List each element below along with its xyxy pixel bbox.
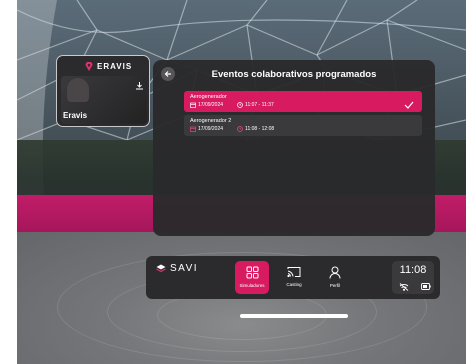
event-date: 17/09/2024: [190, 102, 223, 108]
person-icon: [329, 266, 341, 279]
savi-logo: SAVI: [156, 263, 198, 274]
nav-casting[interactable]: Casting: [277, 261, 311, 294]
event-date-text: 17/09/2024: [198, 126, 224, 132]
user-card[interactable]: ERAVIS Eravis: [56, 55, 150, 127]
event-name: Aerogenerador: [190, 94, 227, 100]
download-icon[interactable]: [135, 77, 144, 95]
calendar-icon: [190, 102, 196, 108]
eravis-logo-icon: [85, 62, 93, 71]
event-time-text: 11:07 - 11:37: [245, 102, 274, 108]
panel-title: Eventos colaborativos programados: [211, 69, 377, 80]
eravis-brand-text: ERAVIS: [97, 62, 133, 71]
events-panel: Eventos colaborativos programados Aeroge…: [153, 60, 435, 236]
nav-perfil[interactable]: Perfil: [318, 261, 352, 294]
event-time: 11:08 - 12:08: [237, 126, 274, 132]
event-name: Aerogenerador 2: [190, 118, 232, 124]
nav-label: Casting: [286, 282, 302, 287]
wifi-off-icon: [399, 283, 409, 291]
nav-label: Perfil: [329, 283, 341, 288]
check-icon: [404, 96, 414, 114]
calendar-icon: [190, 126, 196, 132]
grid-icon: [246, 266, 258, 279]
clock-icon: [237, 102, 243, 108]
nav-label: Simuladores: [239, 283, 265, 288]
event-time-text: 11:08 - 12:08: [245, 126, 275, 132]
home-indicator-bar[interactable]: [240, 314, 348, 318]
bottom-dock: SAVI Simuladores Casting Perfil 11:08: [146, 256, 440, 299]
event-date-text: 17/09/2024: [198, 102, 224, 108]
savi-logo-icon: [156, 264, 166, 272]
event-time: 11:07 - 11:37: [237, 102, 274, 108]
user-name: Eravis: [63, 111, 88, 120]
battery-icon: [421, 283, 431, 290]
clock-time: 11:08: [399, 264, 427, 276]
clock-icon: [237, 126, 243, 132]
cast-icon: [287, 267, 301, 278]
savi-logo-text: SAVI: [170, 263, 199, 274]
event-row[interactable]: Aerogenerador 17/09/2024 11:07 - 11:37: [184, 91, 422, 112]
status-clock[interactable]: 11:08: [392, 261, 434, 294]
eravis-brand: ERAVIS: [85, 62, 132, 71]
event-row[interactable]: Aerogenerador 2 17/09/2024 11:08 - 12:08: [184, 115, 422, 136]
event-date: 17/09/2024: [190, 126, 223, 132]
nav-simuladores[interactable]: Simuladores: [235, 261, 269, 294]
user-avatar: [67, 78, 89, 102]
